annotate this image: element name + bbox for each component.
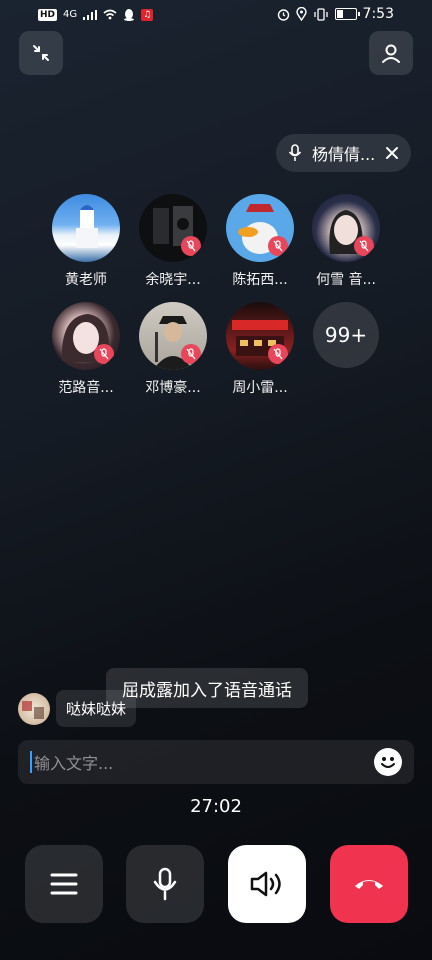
qq-icon — [124, 9, 135, 21]
emoji-button[interactable] — [374, 748, 402, 776]
avatar — [52, 302, 120, 370]
speaker-icon — [250, 871, 281, 897]
text-input[interactable]: 输入文字... — [34, 750, 113, 774]
member-name: 何雪 音... — [316, 272, 376, 288]
menu-button[interactable] — [25, 845, 103, 923]
smiley-icon — [381, 757, 395, 768]
network-type: 4G — [63, 9, 78, 20]
member-name: 余晓宇... — [145, 272, 201, 288]
member-item[interactable]: 黄老师 — [43, 194, 129, 289]
avatar — [226, 302, 294, 370]
person-icon — [382, 44, 400, 63]
member-item[interactable]: 范路音... — [43, 302, 129, 397]
chat-message: 哒妹哒妹 — [18, 690, 137, 727]
status-bar: HD 4G ♫ 7:53 — [0, 0, 432, 32]
mic-off-icon — [268, 344, 288, 364]
avatar — [312, 194, 380, 262]
menu-icon — [50, 873, 78, 895]
hangup-button[interactable] — [330, 845, 408, 923]
text-caret — [30, 751, 32, 773]
battery-icon — [334, 8, 360, 20]
mic-off-icon — [354, 236, 374, 256]
member-item[interactable]: 何雪 音... — [303, 194, 389, 289]
mic-off-icon — [181, 344, 201, 364]
chat-avatar[interactable] — [18, 692, 50, 725]
member-name: 陈拓西... — [232, 272, 288, 288]
mic-off-icon — [94, 344, 114, 364]
alarm-icon — [277, 8, 289, 21]
mic-icon — [153, 867, 177, 901]
wifi-icon — [103, 9, 117, 20]
avatar — [139, 194, 207, 262]
status-left: HD 4G ♫ — [38, 8, 154, 21]
mic-button[interactable] — [126, 845, 204, 923]
speaker-name: 杨倩倩... — [312, 145, 376, 164]
hd-indicator: HD — [38, 8, 58, 21]
avatar — [52, 194, 120, 262]
mic-off-icon — [268, 236, 288, 256]
hangup-icon — [355, 880, 383, 889]
status-right: 7:53 — [277, 6, 394, 22]
app-badge-icon: ♫ — [141, 8, 154, 21]
member-name: 黄老师 — [65, 272, 107, 288]
minimize-button[interactable] — [19, 31, 63, 75]
mic-icon — [288, 144, 302, 161]
more-members-button[interactable]: 99+ — [303, 302, 389, 368]
collapse-arrows-icon — [33, 45, 49, 61]
speaker-button[interactable] — [228, 845, 306, 923]
member-item[interactable]: 邓博豪... — [130, 302, 216, 397]
profile-button[interactable] — [369, 31, 413, 75]
clock: 7:53 — [362, 6, 394, 22]
member-item[interactable]: 余晓宇... — [130, 194, 216, 289]
avatar — [139, 302, 207, 370]
call-timer: 27:02 — [190, 796, 242, 817]
church-icon — [76, 205, 98, 248]
calligraphy-avatar-icon — [22, 700, 44, 719]
member-item[interactable]: 周小雷... — [217, 302, 303, 397]
avatar — [226, 194, 294, 262]
vibrate-icon — [313, 7, 328, 21]
more-count-badge[interactable]: 99+ — [313, 302, 379, 368]
mic-off-icon — [181, 236, 201, 256]
join-notification: 屈成露加入了语音通话 — [106, 668, 308, 708]
member-item[interactable]: 陈拓西... — [217, 194, 303, 289]
member-name: 邓博豪... — [145, 380, 201, 396]
current-speaker-pill[interactable]: 杨倩倩... — [276, 134, 412, 172]
text-input-bar[interactable]: 输入文字... — [18, 740, 414, 784]
member-name: 周小雷... — [232, 380, 288, 396]
member-name: 范路音... — [58, 380, 114, 396]
chat-bubble: 哒妹哒妹 — [56, 690, 137, 727]
signal-icon — [83, 9, 98, 20]
location-icon — [295, 7, 307, 21]
close-icon[interactable] — [385, 146, 399, 160]
